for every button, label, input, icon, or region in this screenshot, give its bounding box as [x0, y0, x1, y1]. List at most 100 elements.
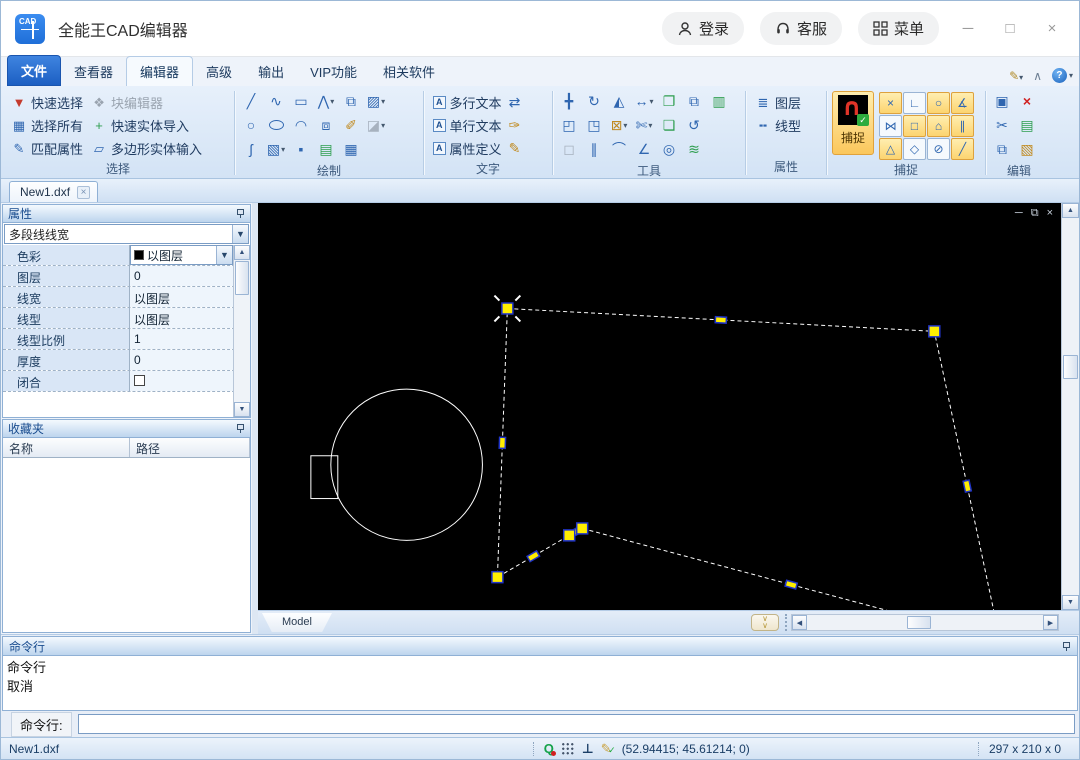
spline-icon[interactable]: ʃ	[240, 139, 262, 160]
linetype-button[interactable]: ╍ 线型	[751, 115, 805, 136]
property-value-ltscale[interactable]: 1	[130, 329, 250, 349]
arc-icon[interactable]: ◠	[290, 115, 312, 136]
vertex-grip[interactable]	[562, 529, 576, 542]
vertex-grip[interactable]	[575, 522, 589, 535]
rotate-copy-icon[interactable]: ↺	[683, 115, 705, 136]
copy-object-icon[interactable]: ⧉	[340, 91, 362, 112]
property-label-ltscale[interactable]: 线型比例	[3, 329, 130, 349]
mirror-icon[interactable]: ◭	[608, 91, 630, 112]
layers-button[interactable]: ≣ 图层	[751, 92, 805, 113]
mtext-button[interactable]: A 多行文本	[429, 92, 506, 113]
mdi-close-icon[interactable]: ×	[1047, 207, 1053, 219]
copy-icon[interactable]: ❐	[658, 91, 680, 112]
circle-icon[interactable]: ○	[240, 115, 262, 136]
offset-b-icon[interactable]: ◳	[583, 115, 605, 136]
circle-entity[interactable]	[330, 388, 483, 541]
select-all-button[interactable]: ▦ 选择所有	[7, 115, 87, 136]
ellipse-icon[interactable]	[265, 115, 287, 136]
block-editor-button[interactable]: ❖ 块编辑器	[87, 92, 206, 113]
apparent-intersection-snap-button[interactable]: ⋈	[879, 115, 902, 137]
property-label-linetype[interactable]: 线型	[3, 308, 130, 328]
scroll-up-icon[interactable]: ▲	[234, 245, 250, 260]
vertex-grip[interactable]	[491, 570, 504, 584]
login-button[interactable]: 登录	[661, 12, 744, 45]
insert-block-icon[interactable]: ⧈	[315, 115, 337, 136]
line-icon[interactable]: ╱	[240, 91, 262, 112]
tab-viewer[interactable]: 查看器	[61, 57, 126, 86]
polygon-entity-input-button[interactable]: ▱ 多边形实体输入	[87, 138, 206, 159]
copy-edit-icon[interactable]: ⧉	[991, 139, 1013, 160]
break-icon[interactable]: ◻	[558, 139, 580, 160]
xline-icon[interactable]: ✐	[340, 115, 362, 136]
scroll-down-icon[interactable]: ▼	[234, 402, 250, 417]
rectangle-entity[interactable]	[310, 455, 339, 500]
command-history[interactable]: 命令行 取消	[2, 656, 1078, 711]
chamfer-icon[interactable]: ∠	[633, 139, 655, 160]
property-label-lineweight[interactable]: 线宽	[3, 287, 130, 307]
image-icon[interactable]: ▤	[315, 139, 337, 160]
property-value-linetype[interactable]: 以图层	[130, 308, 250, 328]
scroll-thumb[interactable]	[235, 261, 249, 295]
rectangle-icon[interactable]: ▭	[290, 91, 312, 112]
offset-icon[interactable]: ∥	[583, 139, 605, 160]
properties-scrollbar[interactable]: ▲ ▼	[233, 245, 250, 417]
find-replace-icon[interactable]: ⇄	[506, 92, 524, 113]
ortho-indicator-icon[interactable]: ⊥	[582, 741, 594, 756]
nearest-snap-button[interactable]: ╱	[951, 138, 974, 160]
snap-toggle-button[interactable]: ∩ ✓ 捕捉	[832, 91, 874, 155]
hscroll-splitter[interactable]	[785, 614, 789, 631]
collapse-ribbon-icon[interactable]: ∧	[1033, 69, 1042, 83]
wipeout-icon[interactable]: ▨	[365, 91, 387, 112]
hscroll-thumb[interactable]	[907, 616, 931, 629]
tab-related[interactable]: 相关软件	[370, 57, 448, 86]
quick-select-button[interactable]: ▼ 快速选择	[7, 92, 87, 113]
trim-icon[interactable]: ✄	[633, 115, 655, 136]
layout-chevron-icon[interactable]: ∨ ∨	[751, 614, 779, 631]
property-value-layer[interactable]: 0	[130, 266, 250, 286]
tangent-snap-button[interactable]: ⊘	[927, 138, 950, 160]
property-label-color[interactable]: 色彩	[3, 245, 130, 265]
donut-icon[interactable]: ◎	[658, 139, 680, 160]
property-label-thickness[interactable]: 厚度	[3, 350, 130, 370]
table-icon[interactable]: ▦	[340, 139, 362, 160]
match-properties-button[interactable]: ✎ 匹配属性	[7, 138, 87, 159]
property-label-closed[interactable]: 闭合	[3, 371, 130, 391]
document-tab[interactable]: New1.dxf ×	[9, 181, 99, 202]
minimize-button[interactable]: ─	[955, 20, 981, 37]
quadrant-snap-button[interactable]: ◇	[903, 138, 926, 160]
parallel-snap-button[interactable]: ∥	[951, 115, 974, 137]
vertex-grip[interactable]	[928, 325, 941, 338]
tab-advanced[interactable]: 高级	[193, 57, 245, 86]
favorites-column-path[interactable]: 路径	[130, 438, 250, 457]
fillet-icon[interactable]: ⌒	[608, 139, 630, 160]
intersection-snap-button[interactable]: ×	[879, 92, 902, 114]
tab-file[interactable]: 文件	[7, 55, 62, 86]
hscroll-right-icon[interactable]: ▶	[1043, 615, 1058, 630]
sketch-icon[interactable]: ∿	[265, 91, 287, 112]
midpoint-grip[interactable]	[962, 479, 973, 493]
erase-icon[interactable]: ⊠	[608, 115, 630, 136]
command-input[interactable]	[77, 714, 1075, 734]
mdi-restore-icon[interactable]: ⧉	[1031, 207, 1039, 219]
quick-entity-import-button[interactable]: + 快速实体导入	[87, 115, 206, 136]
snap-indicator-icon[interactable]: Q	[544, 741, 557, 756]
help-icon[interactable]: ?	[1051, 68, 1067, 83]
single-text-button[interactable]: A 单行文本	[429, 115, 506, 136]
edit-text-icon[interactable]: ✎	[506, 138, 524, 159]
main-menu-button[interactable]: 菜单	[857, 12, 939, 45]
support-button[interactable]: 客服	[759, 12, 842, 45]
grid-indicator-icon[interactable]	[560, 742, 575, 755]
tab-vip[interactable]: VIP功能	[297, 57, 370, 86]
close-button[interactable]: ×	[1039, 20, 1065, 37]
stretch-icon[interactable]: ↔	[633, 91, 655, 112]
copy-2-icon[interactable]: ❏	[658, 115, 680, 136]
cad-drawing[interactable]	[258, 203, 1061, 610]
paste-special-icon[interactable]: ▤	[1016, 115, 1038, 136]
entity-type-select[interactable]: 多段线线宽 ▼	[4, 224, 249, 244]
text-style-icon[interactable]: ✑	[506, 115, 524, 136]
offset-a-icon[interactable]: ◰	[558, 115, 580, 136]
explode-icon[interactable]: ≋	[683, 139, 705, 160]
midpoint-grip[interactable]	[714, 315, 728, 324]
hatch-icon[interactable]: ▧	[265, 139, 287, 160]
vertex-grip[interactable]	[501, 302, 514, 315]
